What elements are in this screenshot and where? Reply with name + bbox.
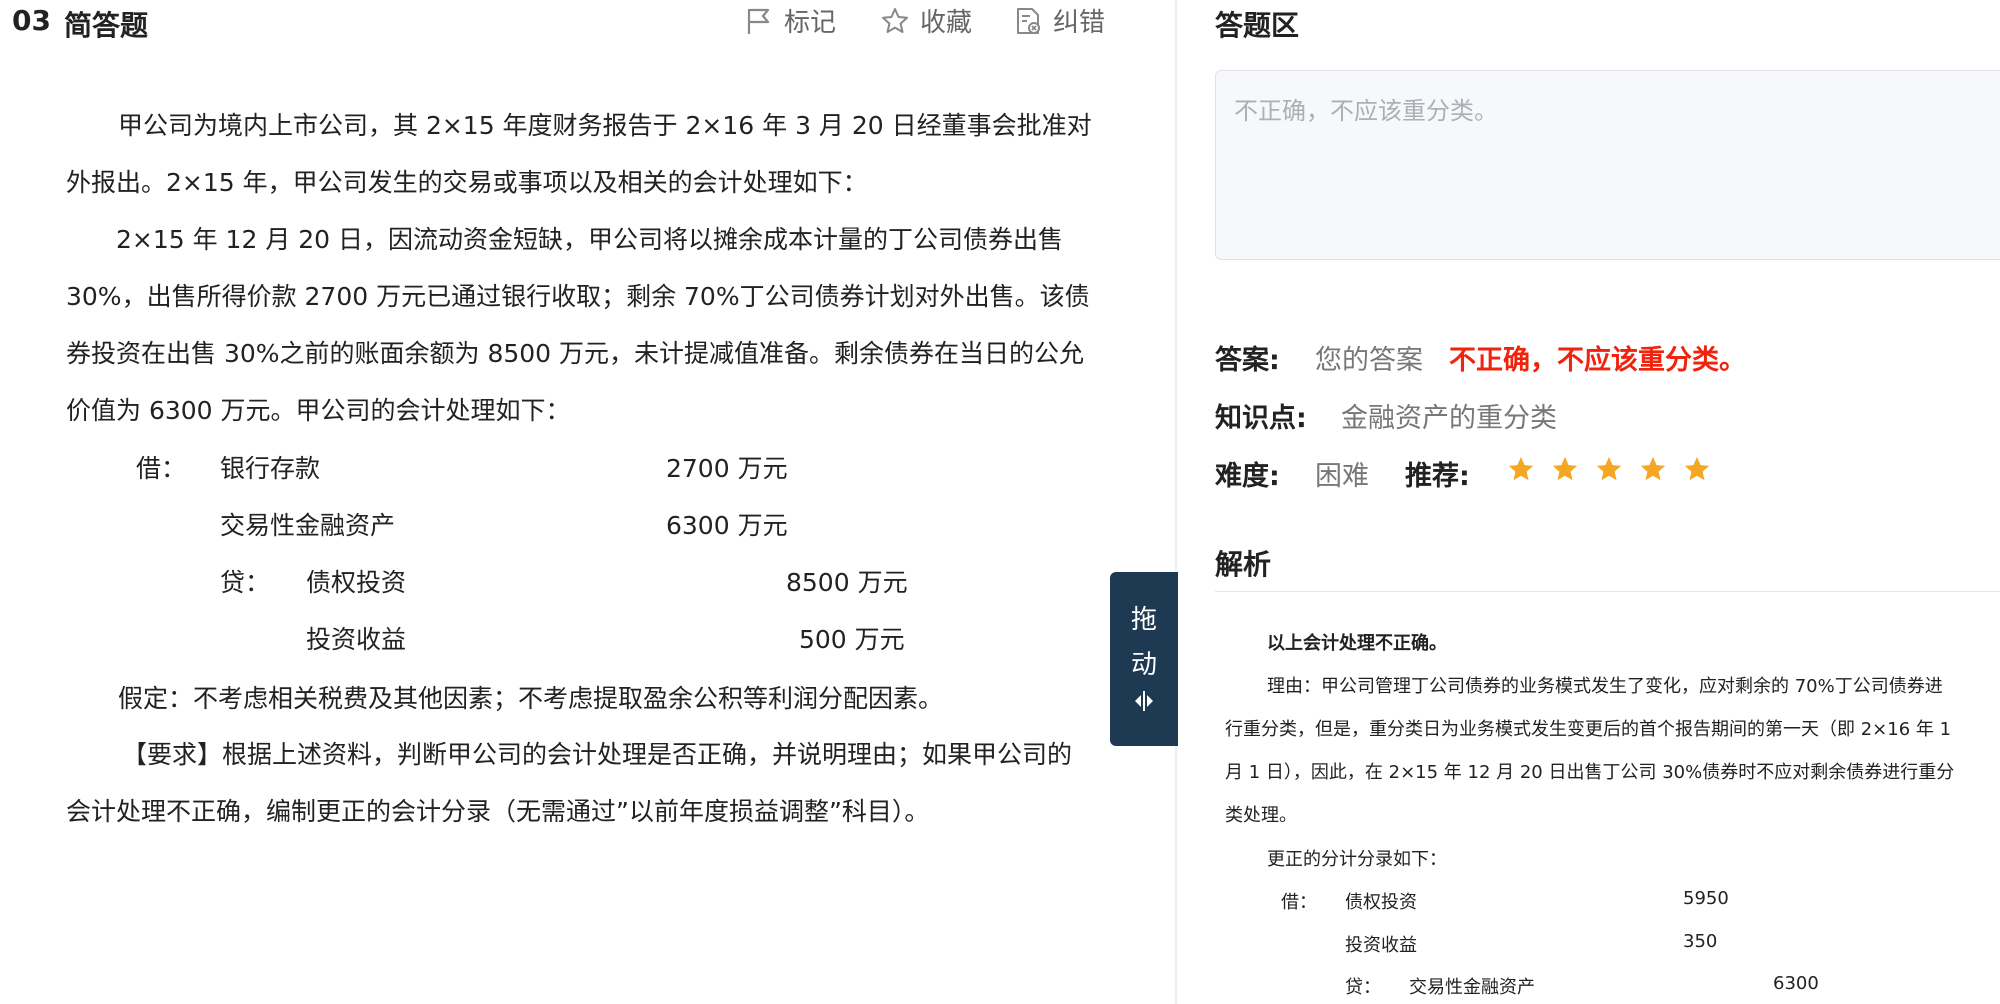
analysis-entry-debit-mark: 借： [1281,892,1317,913]
star-icon [1508,456,1534,481]
your-answer-value: 不正确，不应该重分类。 [1449,345,1746,376]
entry-account: 债权投资 [306,568,407,597]
report-error-button[interactable]: 纠错 [1013,2,1105,39]
answer-label: 答案: [1215,345,1280,376]
difficulty-value: 困难 [1315,461,1369,492]
question-number: 03 [12,4,51,37]
analysis-entry-amount: 6300 [1773,973,1819,994]
question-text-line: 价值为 6300 万元。甲公司的会计处理如下： [66,396,571,425]
analysis-line: 月 1 日），因此，在 2×15 年 12 月 20 日出售丁公司 30%债券时… [1225,762,1955,783]
question-requirement: 【要求】根据上述资料，判断甲公司的会计处理是否正确，并说明理由；如果甲公司的 [122,740,1073,769]
difficulty-label: 难度: [1215,461,1280,492]
entry-credit-mark: 贷： [220,568,271,597]
star-icon [1640,456,1666,481]
favorite-label: 收藏 [920,8,973,38]
analysis-line: 类处理。 [1225,805,1297,826]
analysis-line: 理由：甲公司管理丁公司债券的业务模式发生了变化，应对剩余的 70%丁公司债券进 [1267,676,1943,697]
star-icon [1552,456,1578,481]
knowledge-label: 知识点: [1215,403,1307,434]
entry-account: 银行存款 [220,454,321,483]
entry-account: 交易性金融资产 [220,511,396,540]
analysis-entry-account: 债权投资 [1345,892,1417,913]
question-text-line: 甲公司为境内上市公司，其 2×15 年度财务报告于 2×16 年 3 月 20 … [118,111,1092,140]
question-requirement: 会计处理不正确，编制更正的会计分录（无需通过”以前年度损益调整”科目）。 [66,797,930,826]
star-outline-icon [880,6,910,36]
answer-pane: 答题区 不正确，不应该重分类。 答案: 您的答案 不正确，不应该重分类。 知识点… [1177,0,2000,1004]
entry-amount: 6300 万元 [666,511,788,540]
question-type: 简答题 [64,9,149,42]
star-icon [1596,456,1622,481]
analysis-correction-title: 更正的分计分录如下： [1267,849,1447,870]
your-answer-label: 您的答案 [1315,345,1423,376]
question-text-line: 30%，出售所得价款 2700 万元已通过银行收取；剩余 70%丁公司债券计划对… [66,282,1090,311]
answer-area-title: 答题区 [1215,9,1300,42]
analysis-title: 解析 [1215,548,1272,581]
entry-amount: 500 万元 [799,625,905,654]
mark-button[interactable]: 标记 [744,2,836,39]
entry-debit-mark: 借： [136,454,187,483]
flag-icon [744,6,774,36]
analysis-entry-amount: 5950 [1683,888,1729,909]
analysis-entry-account: 投资收益 [1345,935,1417,956]
drag-label: 拖 [1130,605,1157,635]
question-text-line: 2×15 年 12 月 20 日，因流动资金短缺，甲公司将以摊余成本计量的丁公司… [116,225,1064,254]
mark-label: 标记 [784,8,837,38]
entry-amount: 8500 万元 [786,568,908,597]
analysis-divider [1215,591,2000,592]
entry-account: 投资收益 [306,625,407,654]
analysis-line: 行重分类，但是，重分类日为业务模式发生变更后的首个报告期间的第一天（即 2×16… [1225,719,1952,740]
star-icon [1684,456,1710,481]
question-pane: 03 简答题 标记 收藏 纠错 甲公司为境内上市公司，其 2×15 年度财务报告… [0,0,1175,1004]
analysis-entry-credit-mark: 贷： [1345,977,1381,998]
report-label: 纠错 [1053,8,1106,38]
favorite-button[interactable]: 收藏 [880,2,972,39]
document-error-icon [1013,6,1043,36]
knowledge-value: 金融资产的重分类 [1341,403,1557,434]
entry-amount: 2700 万元 [666,454,788,483]
analysis-heading: 以上会计处理不正确。 [1267,633,1447,654]
question-assumption: 假定：不考虑相关税费及其他因素；不考虑提取盈余公积等利润分配因素。 [118,684,944,713]
question-text-line: 券投资在出售 30%之前的账面余额为 8500 万元，未计提减值准备。剩余债券在… [66,339,1085,368]
analysis-entry-amount: 350 [1683,931,1718,952]
recommend-label: 推荐: [1405,461,1470,492]
answer-textarea[interactable]: 不正确，不应该重分类。 [1215,70,2000,260]
drag-label: 动 [1130,650,1157,680]
drag-handle[interactable]: 拖 动 [1110,572,1178,746]
drag-arrows-icon [1131,689,1157,719]
analysis-entry-account: 交易性金融资产 [1409,977,1535,998]
question-text-line: 外报出。2×15 年，甲公司发生的交易或事项以及相关的会计处理如下： [66,168,868,197]
